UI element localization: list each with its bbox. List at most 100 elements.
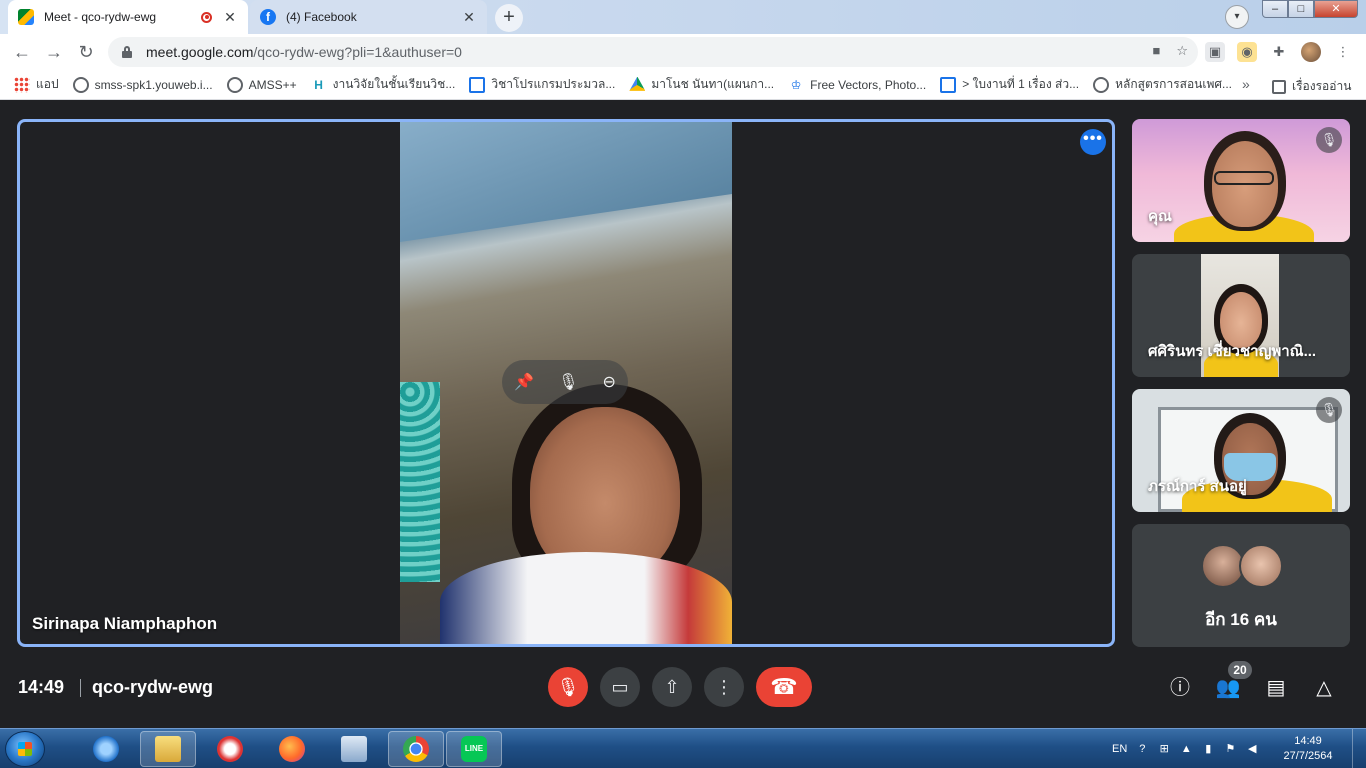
url-host: meet.google.com: [146, 44, 254, 60]
browser-toolbar: ← → ↻ meet.google.com/qco-rydw-ewg?pli=1…: [0, 34, 1366, 70]
volume-icon[interactable]: ◀: [1245, 742, 1259, 756]
bookmark-item[interactable]: smss-spk1.youweb.i...: [72, 76, 213, 93]
meeting-code: qco-rydw-ewg: [92, 677, 214, 697]
signal-icon[interactable]: ▮: [1201, 742, 1215, 756]
extension-icon[interactable]: ▣: [1205, 42, 1225, 62]
bookmark-label: งานวิจัยในชั้นเรียนวิช...: [332, 77, 456, 91]
close-window-button[interactable]: ✕: [1314, 0, 1358, 18]
globe-icon: [1093, 76, 1110, 93]
url-path: /qco-rydw-ewg?pli=1&authuser=0: [253, 44, 462, 60]
participant-tile[interactable]: ศศิรินทร เชี่ยวชาญพาณิ...: [1132, 254, 1350, 377]
window-controls: – □ ✕: [1262, 0, 1358, 18]
system-tray: EN ? ⊞ ▲ ▮ ⚑ ◀: [1112, 729, 1259, 768]
taskbar-clock[interactable]: 14:49 27/7/2564: [1278, 734, 1338, 764]
clock-date: 27/7/2564: [1283, 750, 1333, 762]
participant-tile-self[interactable]: 🎙 คุณ: [1132, 119, 1350, 242]
taskbar-app[interactable]: [140, 731, 196, 767]
show-desktop-button[interactable]: [1352, 729, 1366, 768]
camera-button[interactable]: ▭: [600, 667, 640, 707]
menu-dots-icon[interactable]: ⋮: [1333, 42, 1353, 62]
main-video-tile[interactable]: 📌 🎙 ⊖ ••• Sirinapa Niamphaphon: [17, 119, 1115, 647]
drive-icon: [629, 76, 646, 91]
camera-in-use-icon[interactable]: ■: [1152, 43, 1160, 59]
sheet-icon: [940, 76, 957, 93]
show-hidden-icons-icon[interactable]: ▲: [1179, 742, 1193, 756]
glasses: [1214, 171, 1274, 185]
chat-icon[interactable]: ▤: [1263, 675, 1289, 701]
start-button[interactable]: [5, 731, 45, 767]
apps-grid-icon: [14, 76, 30, 93]
microphone-off-button[interactable]: 🎙: [548, 667, 588, 707]
maximize-button[interactable]: □: [1288, 0, 1314, 18]
lock-icon[interactable]: [122, 46, 132, 58]
remove-icon[interactable]: ⊖: [603, 372, 616, 392]
bookmark-item[interactable]: วิชาโปรแกรมประมวล...: [469, 75, 615, 94]
others-tile[interactable]: อีก 16 คน: [1132, 524, 1350, 647]
bookmarks-bar: แอป smss-spk1.youweb.i... AMSS++ H งานวิจ…: [0, 70, 1366, 100]
bookmark-item[interactable]: มาโนช นันทา(แผนกา...: [629, 75, 774, 94]
language-indicator[interactable]: EN: [1112, 743, 1127, 755]
omnibox-icons: ■ ☆: [1152, 43, 1188, 59]
taskbar-app[interactable]: [326, 731, 382, 767]
more-options-button[interactable]: ⋮: [704, 667, 744, 707]
participant-tile[interactable]: 🎙 ภรณ์การ์ สนอยู่: [1132, 389, 1350, 512]
taskbar-app[interactable]: [264, 731, 320, 767]
back-arrow-icon[interactable]: ←: [10, 40, 34, 64]
new-tab-button[interactable]: +: [495, 4, 523, 32]
profile-avatar[interactable]: [1301, 42, 1321, 62]
extension-icon[interactable]: ◉: [1237, 42, 1257, 62]
sheet-icon: [469, 76, 486, 93]
puzzle-extensions-icon[interactable]: ✚: [1269, 42, 1289, 62]
bookmarks-overflow-icon[interactable]: »: [1242, 76, 1250, 92]
leave-call-button[interactable]: ☎: [756, 667, 812, 707]
meeting-info-icon[interactable]: ⓘ: [1167, 675, 1193, 701]
file-explorer-icon: [155, 736, 181, 762]
bookmark-item[interactable]: AMSS++: [226, 76, 297, 93]
bookmark-apps[interactable]: แอป: [14, 75, 59, 94]
taskbar-app[interactable]: LINE: [446, 731, 502, 767]
extension-icons: ▣ ◉ ✚ ⋮: [1205, 42, 1353, 62]
help-icon[interactable]: ?: [1135, 742, 1149, 756]
more-options-icon[interactable]: •••: [1080, 129, 1106, 155]
recording-indicator-icon: [201, 11, 212, 23]
meet-stage: 📌 🎙 ⊖ ••• Sirinapa Niamphaphon 🎙 คุณ ศศิ…: [0, 101, 1366, 728]
bookmark-item[interactable]: > ใบงานที่ 1 เรื่อง ส่ว...: [940, 75, 1079, 94]
address-bar[interactable]: meet.google.com/qco-rydw-ewg?pli=1&authu…: [108, 37, 1198, 67]
bookmark-label: มาโนช นันทา(แผนกา...: [651, 77, 775, 91]
tab-search-icon[interactable]: ▾: [1225, 5, 1249, 29]
flag-icon[interactable]: ⚑: [1223, 742, 1237, 756]
google-meet-icon: [18, 9, 34, 25]
activities-icon[interactable]: △: [1311, 675, 1337, 701]
taskbar-app[interactable]: [388, 731, 444, 767]
present-screen-button[interactable]: ⇧: [652, 667, 692, 707]
pin-icon[interactable]: 📌: [514, 372, 534, 392]
taskbar-app[interactable]: [202, 731, 258, 767]
others-count-label: อีก 16 คน: [1205, 610, 1277, 629]
microphone-off-icon: 🎙: [556, 677, 580, 697]
tray-icon[interactable]: ⊞: [1157, 742, 1171, 756]
minimize-button[interactable]: –: [1262, 0, 1288, 18]
close-tab-icon[interactable]: ✕: [222, 9, 238, 26]
bookmark-label: > ใบงานที่ 1 เรื่อง ส่ว...: [962, 77, 1080, 91]
forward-arrow-icon[interactable]: →: [42, 40, 66, 64]
bookmark-item[interactable]: หลักสูตรการสอนเพศ...: [1093, 75, 1232, 94]
tab-meet[interactable]: Meet - qco-rydw-ewg ✕: [8, 0, 248, 34]
bookmark-item[interactable]: ♔ Free Vectors, Photo...: [788, 77, 926, 93]
close-tab-icon[interactable]: ✕: [461, 9, 477, 26]
participant-label: ภรณ์การ์ สนอยู่: [1148, 478, 1247, 495]
reading-list-button[interactable]: เรื่องรออ่าน: [1272, 77, 1351, 96]
video-subject: [440, 552, 732, 644]
video-background: [400, 122, 732, 242]
microphone-icon[interactable]: 🎙: [558, 372, 578, 392]
people-count-badge: 20: [1228, 661, 1252, 679]
bookmark-star-icon[interactable]: ☆: [1176, 43, 1188, 59]
bookmark-label: AMSS++: [248, 77, 297, 92]
reload-icon[interactable]: ↻: [74, 40, 98, 64]
chrome-icon: [403, 736, 429, 762]
bookmark-label: Free Vectors, Photo...: [810, 77, 927, 92]
taskbar-app[interactable]: [78, 731, 134, 767]
tab-facebook[interactable]: f (4) Facebook ✕: [250, 0, 487, 34]
bookmark-item[interactable]: H งานวิจัยในชั้นเรียนวิช...: [311, 75, 456, 94]
h-icon: H: [314, 77, 323, 92]
video-camera-icon: ▭: [611, 677, 629, 697]
